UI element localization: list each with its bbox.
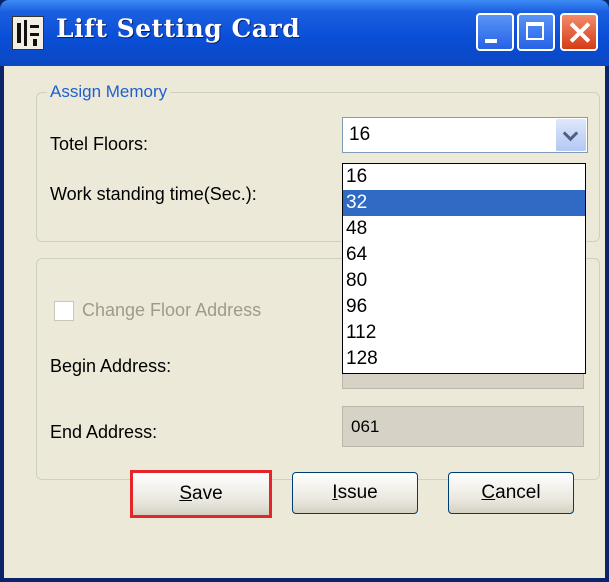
dropdown-option[interactable]: 80 <box>343 268 585 294</box>
total-floors-dropdown-list[interactable]: 16 32 48 64 80 96 112 128 <box>342 163 586 374</box>
dropdown-option[interactable]: 48 <box>343 216 585 242</box>
total-floors-combo[interactable]: 16 <box>342 117 588 153</box>
close-button[interactable] <box>560 13 598 51</box>
lift-setting-window: Lift Setting Card Assign Memory Totel Fl… <box>0 0 609 582</box>
total-floors-value: 16 <box>349 124 371 145</box>
assign-memory-legend: Assign Memory <box>47 82 171 102</box>
title-bar[interactable]: Lift Setting Card <box>0 0 609 66</box>
dropdown-option[interactable]: 64 <box>343 242 585 268</box>
end-address-value: 061 <box>351 417 380 436</box>
minimize-button[interactable] <box>476 13 514 51</box>
work-time-label: Work standing time(Sec.): <box>50 184 257 204</box>
save-button[interactable]: Save <box>130 470 272 518</box>
end-address-field[interactable]: 061 <box>342 406 584 447</box>
total-floors-label: Totel Floors: <box>50 134 149 154</box>
issue-button[interactable]: Issue <box>292 472 418 514</box>
window-title: Lift Setting Card <box>56 14 301 43</box>
end-address-label: End Address: <box>50 422 158 442</box>
change-floor-address-checkbox[interactable] <box>54 301 74 321</box>
maximize-button[interactable] <box>517 13 555 51</box>
dropdown-option[interactable]: 112 <box>343 320 585 346</box>
app-icon <box>12 16 44 50</box>
chevron-down-icon[interactable] <box>556 119 586 151</box>
dropdown-option[interactable]: 96 <box>343 294 585 320</box>
cancel-button[interactable]: Cancel <box>448 472 574 514</box>
dropdown-option-selected[interactable]: 32 <box>343 190 585 216</box>
begin-address-label: Begin Address: <box>50 356 172 376</box>
dropdown-option[interactable]: 16 <box>343 164 585 190</box>
change-floor-address-label: Change Floor Address <box>82 300 262 320</box>
dropdown-option[interactable]: 128 <box>343 346 585 372</box>
